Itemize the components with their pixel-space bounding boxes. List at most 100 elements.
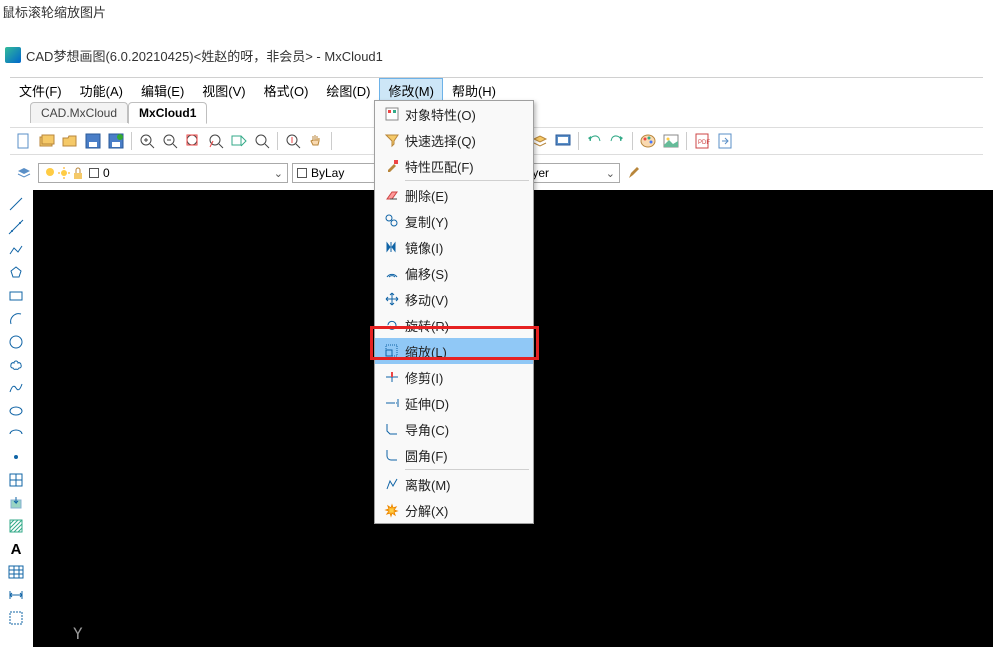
rotate-icon	[379, 317, 405, 333]
menu-scale[interactable]: 缩放(L)	[375, 338, 533, 364]
zoom-extents-icon[interactable]	[183, 131, 203, 151]
sun-icon	[57, 166, 71, 180]
polygon-tool-icon[interactable]	[6, 263, 26, 283]
move-icon	[379, 291, 405, 307]
menu-label: 偏移(S)	[405, 264, 448, 283]
copy-icon	[379, 213, 405, 229]
ellipse-tool-icon[interactable]	[6, 401, 26, 421]
title-bar: CAD梦想画图(6.0.20210425)<姓赵的呀，非会员> - MxClou…	[0, 42, 993, 68]
save-as-icon[interactable]	[106, 131, 126, 151]
menu-label: 修剪(I)	[405, 368, 443, 387]
menu-label: 延伸(D)	[405, 394, 449, 413]
layer-combo[interactable]: 0	[38, 163, 288, 183]
screen-icon[interactable]	[553, 131, 573, 151]
menu-copy[interactable]: 复制(Y)	[375, 208, 533, 234]
context-caption: 鼠标滚轮缩放图片	[2, 2, 106, 21]
export-icon[interactable]	[715, 131, 735, 151]
menu-rotate[interactable]: 旋转(R)	[375, 312, 533, 338]
lock-icon	[71, 166, 85, 180]
pan-icon[interactable]	[306, 131, 326, 151]
spline-tool-icon[interactable]	[6, 378, 26, 398]
menu-object-properties[interactable]: 对象特性(O)	[375, 101, 533, 127]
erase-icon	[379, 187, 405, 203]
menu-disperse[interactable]: 离散(M)	[375, 471, 533, 497]
menu-chamfer[interactable]: 导角(C)	[375, 416, 533, 442]
svg-text:PDF: PDF	[698, 140, 710, 146]
menu-extend[interactable]: 延伸(D)	[375, 390, 533, 416]
menu-bar: 文件(F) 功能(A) 编辑(E) 视图(V) 格式(O) 绘图(D) 修改(M…	[10, 77, 983, 101]
image-icon[interactable]	[661, 131, 681, 151]
scale-icon	[379, 343, 405, 359]
menu-label: 圆角(F)	[405, 446, 448, 465]
text-tool-icon[interactable]: A	[6, 539, 26, 559]
quickselect-icon	[379, 132, 405, 148]
ellipse-arc-tool-icon[interactable]	[6, 424, 26, 444]
region-tool-icon[interactable]	[6, 608, 26, 628]
layers-stack-icon[interactable]	[14, 163, 34, 183]
trim-icon	[379, 369, 405, 385]
menu-fillet[interactable]: 圆角(F)	[375, 442, 533, 468]
hatch-tool-icon[interactable]	[6, 516, 26, 536]
zoom-window-icon[interactable]	[229, 131, 249, 151]
brush-icon[interactable]	[624, 163, 644, 183]
insert-tool-icon[interactable]	[6, 493, 26, 513]
zoom-realtime-icon[interactable]	[283, 131, 303, 151]
polyline-tool-icon[interactable]	[6, 240, 26, 260]
menu-format[interactable]: 格式(O)	[255, 78, 318, 103]
palette-icon[interactable]	[638, 131, 658, 151]
menu-edit[interactable]: 编辑(E)	[132, 78, 193, 103]
pdf-icon[interactable]: PDF	[692, 131, 712, 151]
modify-dropdown: 对象特性(O) 快速选择(Q) 特性匹配(F) 删除(E) 复制(Y) 镜像(I…	[374, 100, 534, 524]
new-file-icon[interactable]	[14, 131, 34, 151]
block-tool-icon[interactable]	[6, 470, 26, 490]
zoom-all-icon[interactable]	[252, 131, 272, 151]
menu-function[interactable]: 功能(A)	[71, 78, 132, 103]
table-tool-icon[interactable]	[6, 562, 26, 582]
fillet-icon	[379, 447, 405, 463]
menu-label: 缩放(L)	[405, 342, 447, 361]
extend-icon	[379, 395, 405, 411]
menu-label: 镜像(I)	[405, 238, 443, 257]
layer-value: 0	[103, 166, 110, 180]
zoom-select-icon[interactable]	[206, 131, 226, 151]
menu-mirror[interactable]: 镜像(I)	[375, 234, 533, 260]
menu-label: 离散(M)	[405, 475, 451, 494]
save-icon[interactable]	[83, 131, 103, 151]
undo-icon[interactable]	[584, 131, 604, 151]
open-folder-icon[interactable]	[60, 131, 80, 151]
menu-move[interactable]: 移动(V)	[375, 286, 533, 312]
window-title: CAD梦想画图(6.0.20210425)<姓赵的呀，非会员> - MxClou…	[26, 46, 383, 65]
menu-offset[interactable]: 偏移(S)	[375, 260, 533, 286]
redo-icon[interactable]	[607, 131, 627, 151]
zoom-in-icon[interactable]	[137, 131, 157, 151]
menu-file[interactable]: 文件(F)	[10, 78, 71, 103]
menu-quick-select[interactable]: 快速选择(Q)	[375, 127, 533, 153]
rectangle-tool-icon[interactable]	[6, 286, 26, 306]
matchprop-icon	[379, 158, 405, 174]
menu-view[interactable]: 视图(V)	[193, 78, 254, 103]
menu-label: 对象特性(O)	[405, 105, 476, 124]
tab-inactive[interactable]: CAD.MxCloud	[30, 102, 128, 123]
chamfer-icon	[379, 421, 405, 437]
circle-tool-icon[interactable]	[6, 332, 26, 352]
xline-tool-icon[interactable]	[6, 217, 26, 237]
revcloud-tool-icon[interactable]	[6, 355, 26, 375]
dim-linear-icon[interactable]	[6, 585, 26, 605]
disperse-icon	[379, 476, 405, 492]
arc-tool-icon[interactable]	[6, 309, 26, 329]
menu-delete[interactable]: 删除(E)	[375, 182, 533, 208]
tab-active[interactable]: MxCloud1	[128, 102, 207, 124]
menu-label: 旋转(R)	[405, 316, 449, 335]
menu-label: 快速选择(Q)	[405, 131, 476, 150]
menu-trim[interactable]: 修剪(I)	[375, 364, 533, 390]
explode-icon	[379, 502, 405, 518]
menu-explode[interactable]: 分解(X)	[375, 497, 533, 523]
line-tool-icon[interactable]	[6, 194, 26, 214]
color-value: ByLay	[311, 166, 344, 180]
point-tool-icon[interactable]	[6, 447, 26, 467]
menu-draw[interactable]: 绘图(D)	[317, 78, 379, 103]
folder-multi-icon[interactable]	[37, 131, 57, 151]
properties-icon	[379, 106, 405, 122]
menu-match-properties[interactable]: 特性匹配(F)	[375, 153, 533, 179]
zoom-out-icon[interactable]	[160, 131, 180, 151]
